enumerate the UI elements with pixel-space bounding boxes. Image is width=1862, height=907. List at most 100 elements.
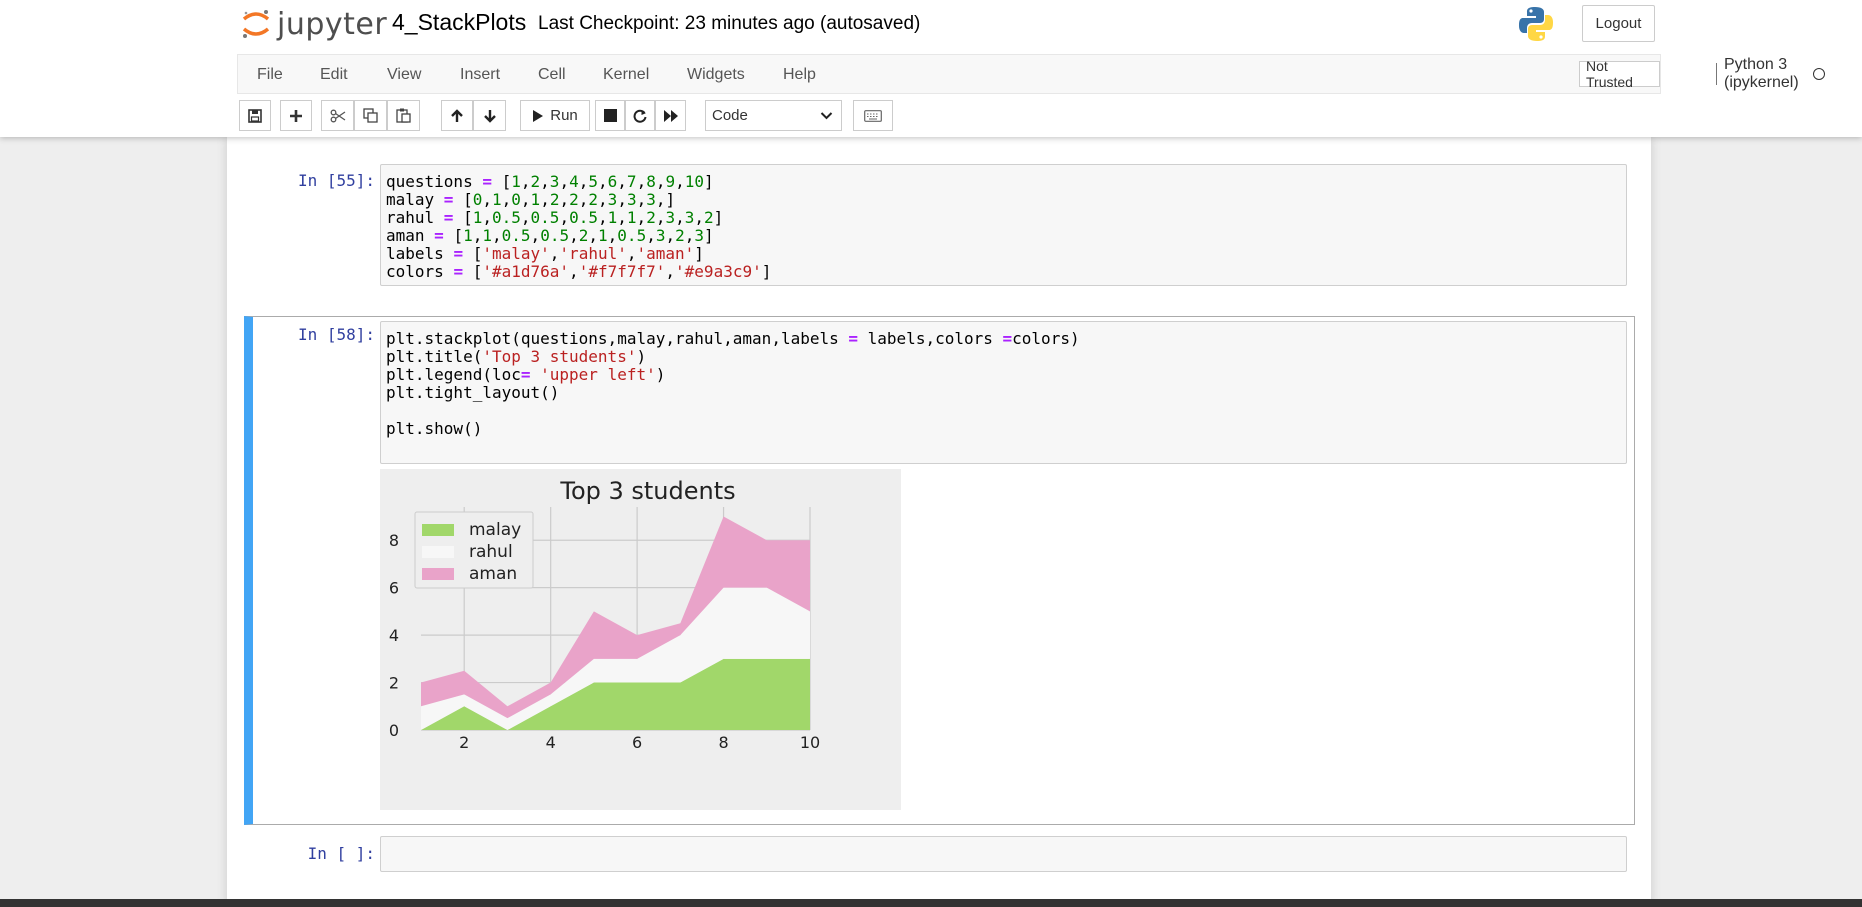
- cell-output: 2 4 6 8 10 0 2 4 6 8 Top 3 students malay rahul ama…: [380, 469, 901, 815]
- plus-icon: [290, 109, 302, 122]
- jupyter-logo[interactable]: jupyter: [241, 6, 387, 42]
- code-line: plt.tight_layout(): [386, 382, 1621, 402]
- os-taskbar: [0, 899, 1862, 907]
- menu-view[interactable]: View: [387, 66, 421, 84]
- cut-button[interactable]: [321, 100, 354, 131]
- y-tick-label: 4: [389, 626, 399, 645]
- menu-cell[interactable]: Cell: [538, 66, 566, 84]
- code-token: =: [848, 329, 859, 348]
- kernel-idle-indicator-icon: [1813, 68, 1826, 80]
- empty-code-cell[interactable]: In [ ]:: [245, 836, 1635, 876]
- y-tick-label: 6: [389, 579, 399, 598]
- chart-legend: malayrahulaman: [414, 511, 534, 589]
- run-icon: [533, 109, 544, 122]
- save-button[interactable]: [239, 100, 271, 131]
- code-token: [: [463, 262, 483, 281]
- restart-button[interactable]: [625, 100, 655, 131]
- save-icon: [248, 108, 262, 123]
- code-token: =: [1002, 329, 1013, 348]
- y-tick-label: 8: [389, 531, 399, 550]
- paste-button[interactable]: [387, 100, 420, 131]
- legend-label: malay: [469, 520, 521, 540]
- run-label: Run: [550, 107, 578, 124]
- code-line: colors = ['#a1d76a','#f7f7f7','#e9a3c9']: [386, 261, 1621, 281]
- x-tick-label: 8: [718, 733, 728, 752]
- jupyter-logo-text: jupyter: [277, 6, 388, 42]
- notebook-header: jupyter 4_StackPlots Last Checkpoint: 23…: [0, 0, 1862, 137]
- code-editor[interactable]: plt.stackplot(questions,malay,rahul,aman…: [380, 321, 1627, 464]
- code-token: colors): [1012, 329, 1080, 348]
- code-line: plt.show(): [386, 418, 1621, 438]
- code-line: labels = ['malay','rahul','aman']: [386, 243, 1621, 263]
- menu-widgets[interactable]: Widgets: [687, 66, 745, 84]
- notebook-title[interactable]: 4_StackPlots: [392, 9, 526, 36]
- cell-type-value: Code: [712, 107, 748, 124]
- arrow-down-icon: [483, 109, 496, 123]
- code-token: colors: [386, 262, 454, 281]
- interrupt-button[interactable]: [595, 100, 625, 131]
- code-token: ]: [761, 262, 772, 281]
- restart-run-all-button[interactable]: [655, 100, 686, 131]
- code-token: ]: [704, 172, 714, 191]
- cell-type-select[interactable]: Code: [705, 100, 842, 131]
- copy-icon: [362, 108, 378, 123]
- code-editor[interactable]: questions = [1,2,3,4,5,6,7,8,9,10] malay …: [380, 164, 1627, 286]
- code-token: '#f7f7f7': [578, 262, 666, 281]
- code-token: ,: [569, 262, 579, 281]
- keyboard-icon: [864, 109, 882, 122]
- selected-code-cell[interactable]: In [58]: plt.stackplot(questions,malay,r…: [244, 316, 1635, 825]
- paste-icon: [396, 108, 411, 123]
- menu-insert[interactable]: Insert: [460, 66, 500, 84]
- toolbar: Run Code: [237, 100, 1637, 132]
- chevron-down-icon: [820, 112, 833, 120]
- run-button[interactable]: Run: [520, 100, 590, 131]
- insert-cell-button[interactable]: [280, 100, 312, 131]
- stackplot-chart: 2 4 6 8 10 0 2 4 6 8 Top 3 students malayrahulama…: [380, 469, 901, 810]
- x-tick-label: 6: [632, 733, 642, 752]
- code-token: plt.show(): [386, 419, 483, 438]
- kernel-name[interactable]: Python 3 (ipykernel): [1716, 56, 1826, 91]
- logout-button[interactable]: Logout: [1582, 5, 1655, 42]
- y-tick-label: 0: [389, 721, 399, 740]
- checkpoint-status: Last Checkpoint: 23 minutes ago (autosav…: [538, 13, 921, 34]
- kernel-name-label: Python 3 (ipykernel): [1724, 56, 1799, 91]
- code-token: ,: [675, 172, 685, 191]
- x-tick-label: 2: [459, 733, 469, 752]
- not-trusted-button[interactable]: Not Trusted: [1579, 58, 1660, 90]
- code-line: plt.title('Top 3 students'): [386, 346, 1621, 366]
- code-line: aman = [1,1,0.5,0.5,2,1,0.5,3,2,3]: [386, 225, 1621, 245]
- python-logo-icon: [1519, 7, 1553, 41]
- code-cell[interactable]: In [55]: questions = [1,2,3,4,5,6,7,8,9,…: [245, 163, 1635, 295]
- jupyter-logo-icon: [242, 10, 270, 38]
- legend-swatch-rahul: [422, 546, 454, 558]
- legend-label: aman: [469, 564, 517, 584]
- x-tick-label: 4: [546, 733, 556, 752]
- copy-button[interactable]: [354, 100, 387, 131]
- code-line: questions = [1,2,3,4,5,6,7,8,9,10]: [386, 171, 1621, 191]
- legend-swatch-aman: [422, 568, 454, 580]
- cell-prompt: In [58]:: [297, 325, 375, 344]
- menu-kernel[interactable]: Kernel: [603, 66, 649, 84]
- menu-bar: File Edit View Insert Cell Kernel Widget…: [237, 54, 1826, 94]
- cut-icon: [330, 109, 345, 122]
- restart-icon: [633, 109, 647, 123]
- x-tick-label: 10: [800, 733, 820, 752]
- legend-label: rahul: [469, 542, 513, 562]
- code-token: '#e9a3c9': [675, 262, 762, 281]
- move-down-button[interactable]: [473, 100, 506, 131]
- menu-edit[interactable]: Edit: [320, 66, 348, 84]
- menu-file[interactable]: File: [257, 66, 283, 84]
- menu-help[interactable]: Help: [783, 66, 816, 84]
- code-token: ,: [665, 262, 676, 281]
- code-token: plt.tight_layout(): [386, 383, 560, 402]
- y-tick-label: 2: [389, 674, 399, 693]
- code-line: rahul = [1,0.5,0.5,0.5,1,1,2,3,3,2]: [386, 207, 1621, 227]
- cell-prompt: In [55]:: [297, 171, 375, 190]
- code-editor[interactable]: [380, 836, 1627, 872]
- move-up-button[interactable]: [441, 100, 473, 131]
- code-line: malay = [0,1,0,1,2,2,2,3,3,3,]: [386, 189, 1621, 209]
- arrow-up-icon: [451, 108, 463, 122]
- chart-title: Top 3 students: [559, 477, 735, 505]
- command-palette-button[interactable]: [853, 100, 893, 131]
